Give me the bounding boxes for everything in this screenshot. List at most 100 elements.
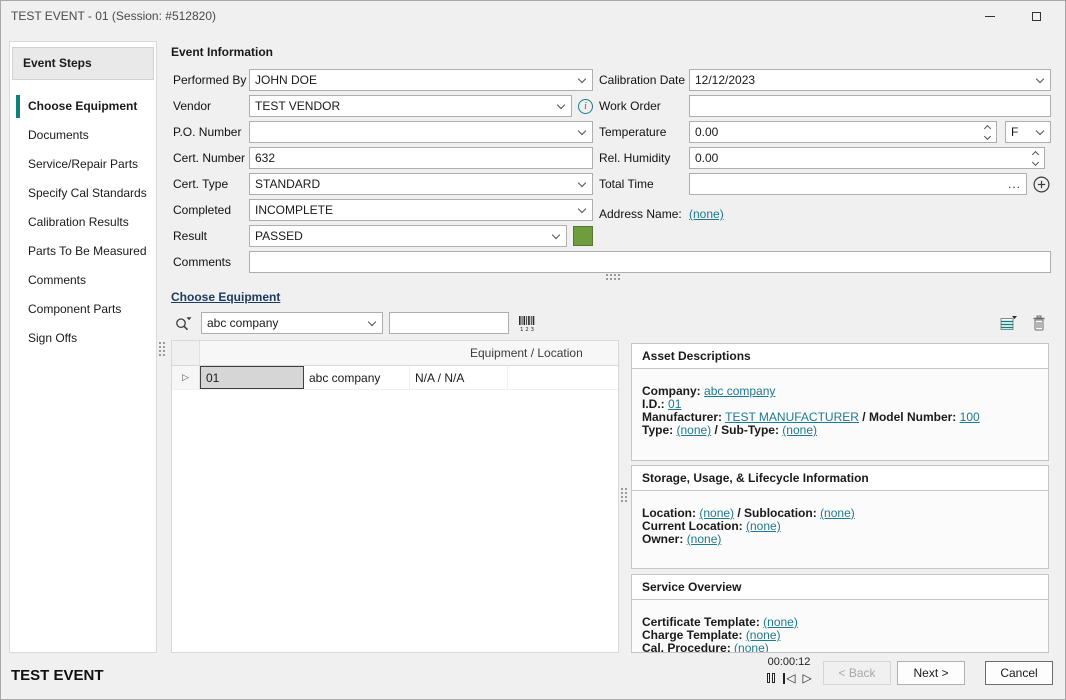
skip-to-start-icon[interactable]: ◁	[783, 672, 795, 684]
chevron-down-icon[interactable]	[1030, 122, 1050, 142]
equipment-company-cell[interactable]: abc company	[304, 366, 410, 389]
footer-bar: TEST EVENT 00:00:12 ◁ ▷ < Back Next > Ca…	[1, 651, 1065, 699]
comments-row: Comments	[173, 251, 1051, 273]
cancel-button[interactable]: Cancel	[985, 661, 1053, 685]
manufacturer-label: Manufacturer:	[642, 410, 722, 424]
comments-input[interactable]	[249, 251, 1051, 273]
sublocation-label: / Sublocation:	[737, 506, 816, 520]
result-combo[interactable]: PASSED	[249, 225, 567, 247]
sidebar-item-documents[interactable]: Documents	[10, 121, 156, 150]
temperature-input[interactable]: 0.00	[689, 121, 997, 143]
spinner-icon[interactable]	[978, 122, 996, 142]
po-number-label: P.O. Number	[173, 125, 249, 139]
equipment-search-input[interactable]	[389, 312, 509, 334]
vendor-combo[interactable]: TEST VENDOR	[249, 95, 572, 117]
completed-combo[interactable]: INCOMPLETE	[249, 199, 593, 221]
sidebar-item-component-parts[interactable]: Component Parts	[10, 295, 156, 324]
sidebar-item-calibration-results[interactable]: Calibration Results	[10, 208, 156, 237]
sidebar-item-choose-equipment[interactable]: Choose Equipment	[10, 92, 156, 121]
calibration-date-combo[interactable]: 12/12/2023	[689, 69, 1051, 91]
equipment-picker-icon[interactable]	[997, 311, 1021, 335]
cert-type-combo[interactable]: STANDARD	[249, 173, 593, 195]
equipment-location-cell[interactable]: N/A / N/A	[410, 366, 508, 389]
chevron-down-icon[interactable]	[362, 313, 382, 333]
work-order-row: Work Order	[599, 95, 1051, 117]
company-link[interactable]: abc company	[704, 384, 775, 398]
choose-equipment-heading: Choose Equipment	[171, 290, 280, 304]
chevron-down-icon[interactable]	[546, 226, 566, 246]
vendor-label: Vendor	[173, 99, 249, 113]
current-location-link[interactable]: (none)	[746, 519, 781, 533]
owner-link[interactable]: (none)	[687, 532, 722, 546]
info-icon[interactable]: i	[578, 99, 593, 114]
work-order-input[interactable]	[689, 95, 1051, 117]
completed-row: Completed INCOMPLETE	[173, 199, 593, 221]
ellipsis-button[interactable]: ...	[1008, 177, 1021, 191]
spinner-icon[interactable]	[1026, 148, 1044, 168]
chevron-down-icon[interactable]	[572, 70, 592, 90]
add-circle-icon[interactable]	[1033, 176, 1050, 193]
sublocation-link[interactable]: (none)	[820, 506, 855, 520]
location-link[interactable]: (none)	[699, 506, 734, 520]
sidebar-item-specify-cal-standards[interactable]: Specify Cal Standards	[10, 179, 156, 208]
address-name-row: Address Name: (none)	[599, 207, 1051, 221]
storage-info-title: Storage, Usage, & Lifecycle Information	[632, 466, 1048, 491]
chevron-down-icon[interactable]	[1030, 70, 1050, 90]
temperature-label: Temperature	[599, 125, 689, 139]
storage-usage-lifecycle-panel: Storage, Usage, & Lifecycle Information …	[631, 465, 1049, 569]
cert-number-input[interactable]	[249, 147, 593, 169]
performed-by-combo[interactable]: JOHN DOE	[249, 69, 593, 91]
comments-label: Comments	[173, 255, 249, 269]
equipment-id-cell[interactable]: 01	[200, 366, 304, 389]
location-label: Location:	[642, 506, 696, 520]
sidebar-item-service-repair-parts[interactable]: Service/Repair Parts	[10, 150, 156, 179]
expand-row-icon[interactable]: ▷	[172, 366, 200, 389]
pause-icon[interactable]	[766, 673, 776, 683]
sidebar-item-sign-offs[interactable]: Sign Offs	[10, 324, 156, 353]
row-indicator-header	[172, 341, 200, 365]
window-controls	[967, 1, 1059, 31]
address-name-link[interactable]: (none)	[689, 207, 724, 221]
maximize-button[interactable]	[1013, 1, 1059, 31]
horizontal-splitter-grip[interactable]	[606, 274, 621, 281]
vertical-splitter-grip[interactable]	[621, 488, 628, 503]
manufacturer-link[interactable]: TEST MANUFACTURER	[725, 410, 859, 424]
certificate-template-link[interactable]: (none)	[763, 615, 798, 629]
svg-text:1 2 3: 1 2 3	[520, 327, 534, 332]
barcode-icon[interactable]: 1 2 3	[515, 311, 539, 335]
chevron-down-icon[interactable]	[572, 200, 592, 220]
id-link[interactable]: 01	[668, 397, 681, 411]
minimize-button[interactable]	[967, 1, 1013, 31]
event-info-right-column: Calibration Date 12/12/2023 Work Order T…	[599, 69, 1051, 221]
calibration-date-label: Calibration Date	[599, 73, 689, 87]
next-button[interactable]: Next >	[897, 661, 965, 685]
equipment-toolbar: abc company 1 2 3	[171, 310, 1051, 336]
play-icon[interactable]: ▷	[803, 672, 812, 684]
chevron-down-icon[interactable]	[572, 174, 592, 194]
sidebar-splitter-grip[interactable]	[159, 342, 166, 357]
cert-type-label: Cert. Type	[173, 177, 249, 191]
po-number-combo[interactable]	[249, 121, 593, 143]
back-button[interactable]: < Back	[823, 661, 891, 685]
temperature-unit-combo[interactable]: F	[1005, 121, 1051, 143]
rel-humidity-input[interactable]: 0.00	[689, 147, 1045, 169]
performed-by-label: Performed By	[173, 73, 249, 87]
sidebar-item-comments[interactable]: Comments	[10, 266, 156, 295]
search-icon[interactable]	[171, 311, 195, 335]
chevron-down-icon[interactable]	[572, 122, 592, 142]
total-time-row: Total Time ...	[599, 173, 1051, 195]
cert-number-row: Cert. Number	[173, 147, 593, 169]
chevron-down-icon[interactable]	[551, 96, 571, 116]
subtype-link[interactable]: (none)	[782, 423, 817, 437]
type-link[interactable]: (none)	[676, 423, 711, 437]
trash-icon[interactable]	[1027, 311, 1051, 335]
model-number-label: / Model Number:	[862, 410, 956, 424]
equipment-row[interactable]: ▷ 01 abc company N/A / N/A	[172, 366, 618, 390]
grid-column-header[interactable]: Equipment / Location	[470, 341, 583, 366]
charge-template-link[interactable]: (none)	[746, 628, 781, 642]
sidebar-item-parts-to-be-measured[interactable]: Parts To Be Measured	[10, 237, 156, 266]
app-window: TEST EVENT - 01 (Session: #512820) Event…	[0, 0, 1066, 700]
company-filter-combo[interactable]: abc company	[201, 312, 383, 334]
model-number-link[interactable]: 100	[960, 410, 980, 424]
total-time-input[interactable]: ...	[689, 173, 1027, 195]
